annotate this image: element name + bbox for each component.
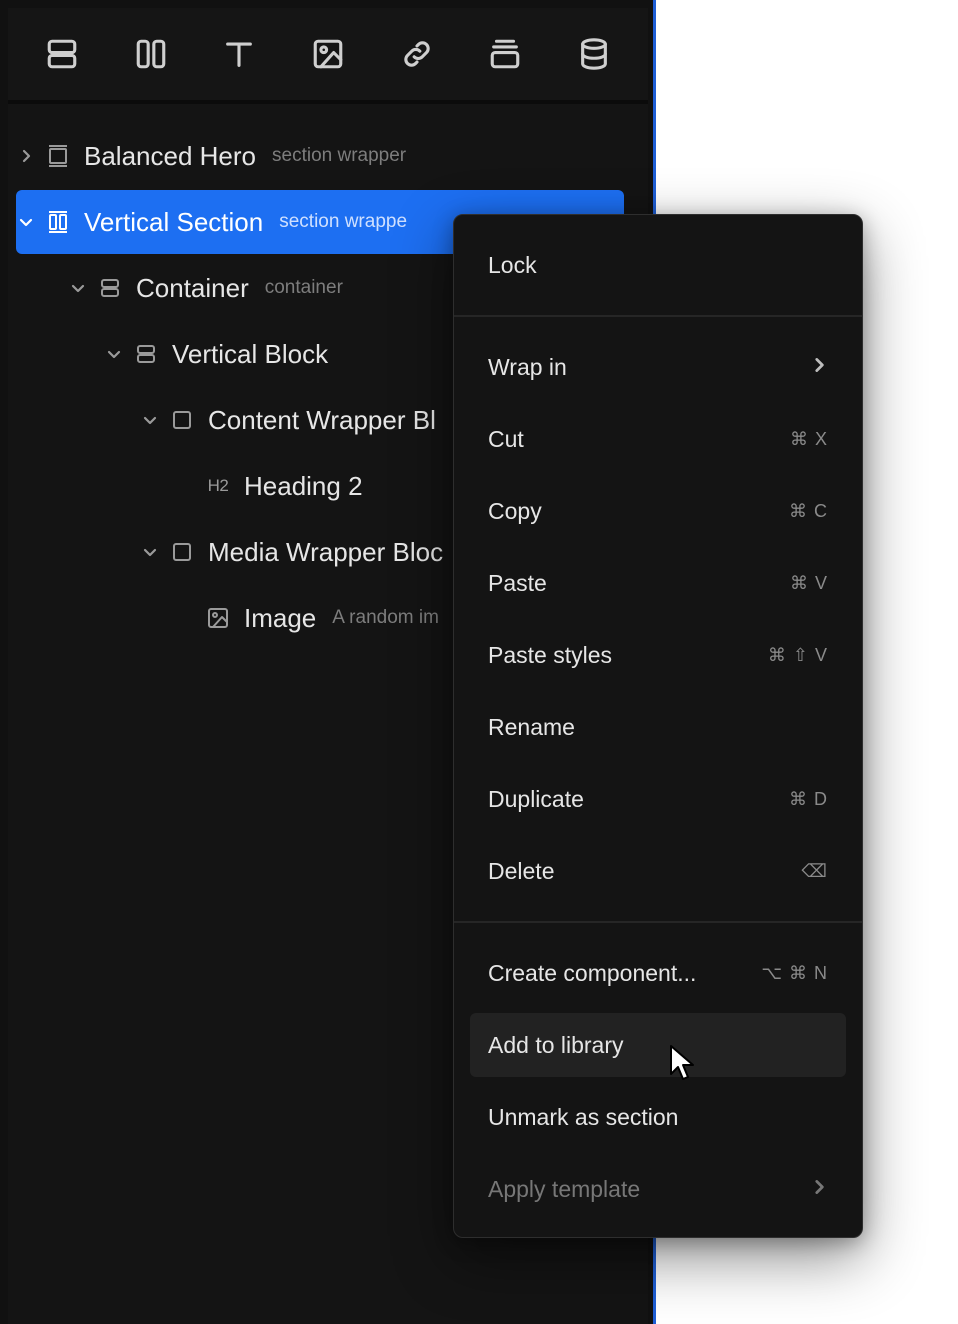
add-columns-button[interactable] bbox=[123, 26, 179, 82]
nav-item-label: Vertical Block bbox=[172, 338, 329, 369]
chevron-down-icon[interactable] bbox=[140, 542, 160, 562]
box-icon bbox=[168, 406, 196, 434]
add-image-button[interactable] bbox=[300, 26, 356, 82]
add-section-button[interactable] bbox=[34, 26, 90, 82]
nav-item-label: Heading 2 bbox=[244, 470, 363, 501]
shortcut: ⌘ V bbox=[789, 572, 828, 593]
context-menu: Lock Wrap in Cut ⌘ X Copy ⌘ C Paste ⌘ V … bbox=[453, 214, 863, 1238]
shortcut: ⌘ D bbox=[789, 788, 828, 809]
menu-item-wrap-in[interactable]: Wrap in bbox=[470, 335, 846, 399]
menu-item-add-to-library[interactable]: Add to library bbox=[470, 1013, 846, 1077]
menu-item-duplicate[interactable]: Duplicate ⌘ D bbox=[470, 767, 846, 831]
menu-item-unmark-as-section[interactable]: Unmark as section bbox=[470, 1085, 846, 1149]
chevron-right-icon bbox=[810, 1178, 828, 1201]
nav-item-class: section wrappe bbox=[279, 211, 408, 232]
chevron-right-icon bbox=[810, 356, 828, 379]
nav-item-class: section wrapper bbox=[272, 145, 407, 166]
menu-item-create-component[interactable]: Create component... ⌥ ⌘ N bbox=[470, 941, 846, 1005]
shortcut: ⌘ X bbox=[789, 428, 828, 449]
menu-item-copy[interactable]: Copy ⌘ C bbox=[470, 479, 846, 543]
columns-icon bbox=[136, 39, 166, 69]
chevron-down-icon[interactable] bbox=[68, 278, 88, 298]
vertical-block-icon bbox=[132, 340, 160, 368]
image-icon bbox=[313, 39, 343, 69]
menu-separator bbox=[454, 315, 862, 317]
menu-item-paste[interactable]: Paste ⌘ V bbox=[470, 551, 846, 615]
h2-icon: H2 bbox=[207, 476, 229, 495]
container-icon bbox=[96, 274, 124, 302]
menu-item-cut[interactable]: Cut ⌘ X bbox=[470, 407, 846, 471]
text-icon bbox=[226, 42, 253, 67]
add-text-button[interactable] bbox=[211, 26, 267, 82]
chevron-down-icon[interactable] bbox=[140, 410, 160, 430]
nav-item-class: container bbox=[264, 277, 343, 298]
menu-item-paste-styles[interactable]: Paste styles ⌘ ⇧ V bbox=[470, 623, 846, 687]
add-link-button[interactable] bbox=[389, 26, 445, 82]
link-icon bbox=[403, 41, 430, 67]
chevron-down-icon[interactable] bbox=[104, 344, 124, 364]
shortcut: ⌘ C bbox=[789, 500, 828, 521]
nav-item-label: Vertical Section bbox=[84, 206, 264, 237]
menu-item-delete[interactable]: Delete ⌫ bbox=[470, 839, 846, 903]
nav-item-label: Content Wrapper Bl bbox=[208, 404, 436, 435]
stack-icon bbox=[490, 39, 520, 69]
menu-item-rename[interactable]: Rename bbox=[470, 695, 846, 759]
backspace-icon: ⌫ bbox=[801, 860, 828, 881]
mouse-cursor-icon bbox=[670, 1045, 694, 1080]
nav-item-label: Balanced Hero bbox=[84, 140, 256, 171]
element-toolbar bbox=[8, 8, 648, 104]
menu-separator bbox=[454, 921, 862, 923]
database-icon bbox=[580, 38, 607, 70]
section-icon bbox=[47, 39, 77, 69]
shortcut: ⌥ ⌘ N bbox=[761, 962, 828, 983]
chevron-right-icon[interactable] bbox=[16, 146, 36, 166]
nav-item-label: Container bbox=[136, 272, 249, 303]
box-icon bbox=[168, 538, 196, 566]
add-cms-button[interactable] bbox=[566, 26, 622, 82]
section-wrapper-icon bbox=[44, 142, 72, 170]
menu-item-lock[interactable]: Lock bbox=[470, 233, 846, 297]
chevron-down-icon[interactable] bbox=[16, 212, 36, 232]
add-stack-button[interactable] bbox=[477, 26, 533, 82]
nav-item-label: Media Wrapper Bloc bbox=[208, 536, 444, 567]
nav-item-class: A random im bbox=[332, 607, 439, 628]
vertical-section-icon bbox=[44, 208, 72, 236]
image-icon bbox=[204, 604, 232, 632]
shortcut: ⌘ ⇧ V bbox=[767, 644, 828, 665]
menu-item-apply-template[interactable]: Apply template bbox=[470, 1157, 846, 1221]
nav-item-balanced-hero[interactable]: Balanced Hero section wrapper bbox=[16, 124, 624, 188]
nav-item-label: Image bbox=[244, 602, 317, 633]
